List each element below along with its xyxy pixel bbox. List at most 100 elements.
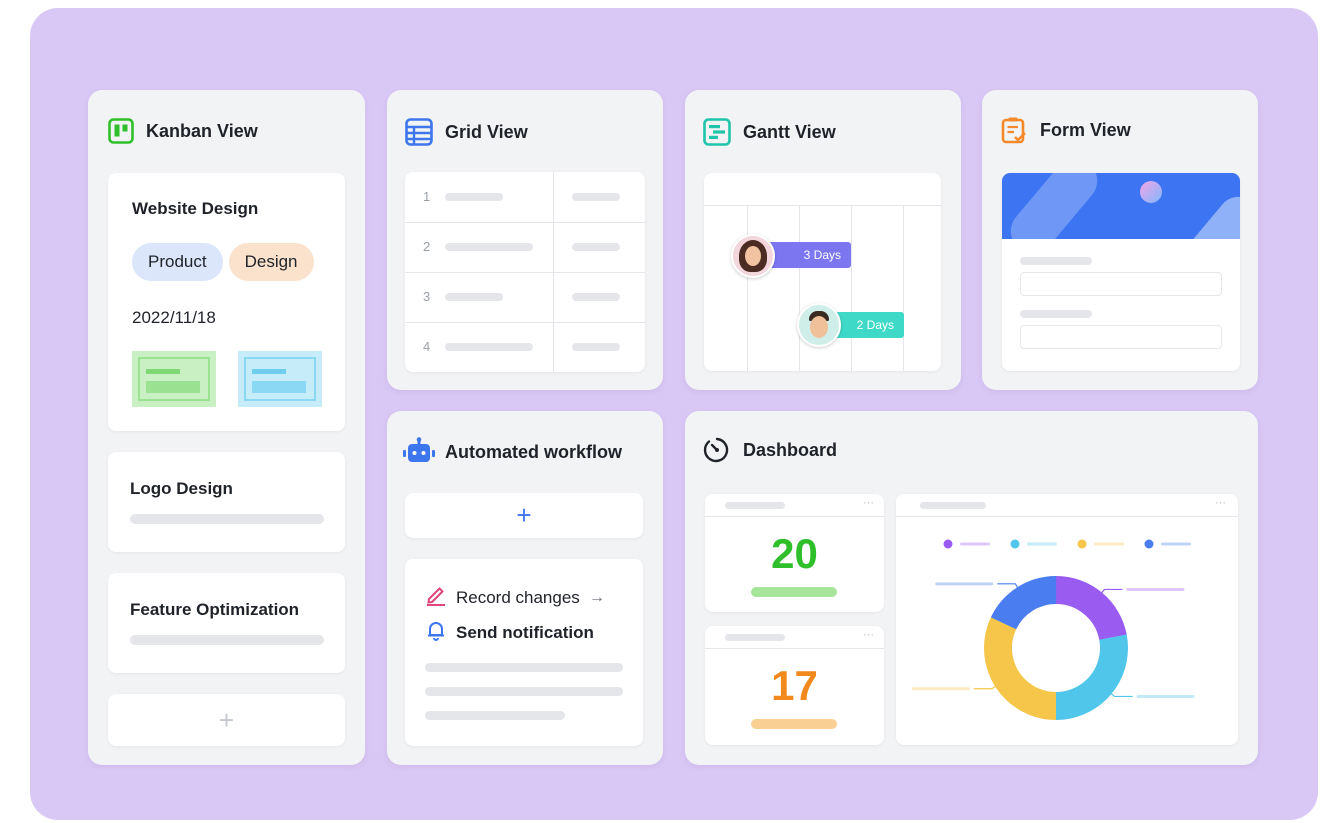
form-field[interactable] [1020, 272, 1222, 296]
gauge-icon [703, 436, 731, 464]
more-icon[interactable]: ··· [863, 497, 874, 509]
due-date: 2022/11/18 [132, 308, 216, 327]
row-number: 2 [423, 239, 431, 254]
gantt-bar-label: 2 Days [856, 318, 894, 332]
kanban-card-website-design[interactable]: Website Design Product Design 2022/11/18 [108, 173, 345, 431]
row-number: 4 [423, 339, 431, 354]
kanban-view-header: Kanban View [108, 118, 258, 144]
cell-placeholder [572, 193, 620, 201]
stat-bar [751, 719, 837, 729]
timeline-gridline [851, 205, 852, 371]
gantt-view-header: Gantt View [703, 118, 836, 146]
attachment-thumbnail-blue[interactable] [238, 351, 322, 407]
workflow-steps-panel[interactable]: Record changes → Send notification [405, 559, 643, 746]
pencil-icon [425, 584, 447, 611]
timeline-gridline [747, 205, 748, 371]
stat-widget-1[interactable]: ··· 20 [705, 494, 884, 612]
plus-icon: + [516, 500, 532, 530]
legend-label-placeholder [960, 542, 990, 546]
robot-icon [403, 437, 435, 467]
placeholder-line [425, 663, 623, 672]
workflow-step-record-changes[interactable]: Record changes → [425, 584, 605, 611]
avatar[interactable] [731, 234, 775, 278]
slice-leader-line [973, 685, 998, 690]
automated-workflow-title: Automated workflow [445, 441, 623, 462]
slice-leader-line [1100, 588, 1123, 595]
timeline-header-divider [704, 205, 941, 206]
stat-bar [751, 587, 837, 597]
widget-header-divider [705, 516, 884, 517]
more-icon[interactable]: ··· [863, 629, 874, 641]
cell-placeholder [572, 243, 620, 251]
legend-label-placeholder [1161, 542, 1191, 546]
tag-product[interactable]: Product [132, 243, 223, 281]
automated-workflow-card[interactable]: Automated workflow + Record changes → Se… [387, 411, 663, 765]
timeline-gridline [799, 205, 800, 371]
donut-chart[interactable] [896, 494, 1238, 745]
kanban-card-title: Website Design [132, 199, 259, 218]
form-cover-banner [1002, 173, 1240, 239]
kanban-card-feature-optimization[interactable]: Feature Optimization [108, 573, 345, 673]
placeholder-line [425, 711, 565, 720]
chart-widget[interactable]: ··· [896, 494, 1238, 745]
dashboard-card[interactable]: Dashboard ··· 20 ··· 17 ··· [685, 411, 1258, 765]
cell-placeholder [445, 243, 533, 251]
form-label-placeholder [1020, 257, 1092, 265]
form-view-header: Form View [1000, 116, 1131, 144]
cell-placeholder [572, 293, 620, 301]
legend-dot [1077, 539, 1087, 549]
kanban-card-title: Feature Optimization [130, 600, 300, 619]
gantt-view-card[interactable]: Gantt View 3 Days 2 Days [685, 90, 961, 390]
slice-label-placeholder [935, 582, 994, 586]
grid-view-title: Grid View [445, 121, 528, 142]
grid-view-header: Grid View [405, 118, 528, 146]
add-card-button[interactable]: + [108, 694, 345, 746]
dashboard-header: Dashboard [703, 436, 837, 464]
slice-label-placeholder [1136, 694, 1195, 698]
form-preview[interactable] [1002, 173, 1240, 371]
bell-icon [425, 619, 447, 646]
slice-leader-line [997, 583, 1019, 590]
row-number: 1 [423, 189, 431, 204]
form-field[interactable] [1020, 325, 1222, 349]
arrow-right-icon: → [588, 588, 605, 606]
widget-header-divider [705, 648, 884, 649]
workflow-step-send-notification[interactable]: Send notification [425, 619, 594, 646]
row-divider [405, 272, 645, 273]
dashboard-title: Dashboard [743, 439, 838, 460]
form-icon [1000, 116, 1028, 144]
stat-widget-2[interactable]: ··· 17 [705, 626, 884, 745]
legend-label-placeholder [1027, 542, 1057, 546]
cell-placeholder [572, 343, 620, 351]
widget-title-placeholder [725, 634, 785, 641]
kanban-icon [108, 118, 134, 144]
widget-title-placeholder [725, 502, 785, 509]
workflow-step-label: Send notification [456, 622, 594, 642]
plus-icon: + [218, 704, 235, 735]
placeholder-line [425, 687, 623, 696]
kanban-card-logo-design[interactable]: Logo Design [108, 452, 345, 552]
kanban-view-card[interactable]: Kanban View Website Design Product Desig… [88, 90, 365, 765]
gantt-bar-label: 3 Days [803, 248, 841, 262]
gantt-view-title: Gantt View [743, 121, 836, 142]
avatar[interactable] [797, 303, 841, 347]
grid-table[interactable]: 1 2 3 4 [405, 172, 645, 372]
form-view-title: Form View [1040, 119, 1131, 140]
cell-placeholder [445, 293, 503, 301]
grid-icon [405, 118, 433, 146]
form-label-placeholder [1020, 310, 1092, 318]
kanban-view-title: Kanban View [146, 120, 258, 141]
stat-value: 17 [771, 662, 818, 709]
grid-view-card[interactable]: Grid View 1 2 3 4 [387, 90, 663, 390]
placeholder-line [130, 635, 324, 645]
tag-design[interactable]: Design [228, 243, 314, 281]
attachment-thumbnail-green[interactable] [132, 351, 216, 407]
add-workflow-button[interactable]: + [405, 493, 643, 538]
form-view-card[interactable]: Form View [982, 90, 1258, 390]
cell-placeholder [445, 193, 503, 201]
automated-workflow-header: Automated workflow [403, 437, 622, 467]
row-divider [405, 222, 645, 223]
row-divider [405, 322, 645, 323]
stat-value: 20 [771, 530, 818, 577]
gantt-chart[interactable]: 3 Days 2 Days [704, 173, 941, 371]
